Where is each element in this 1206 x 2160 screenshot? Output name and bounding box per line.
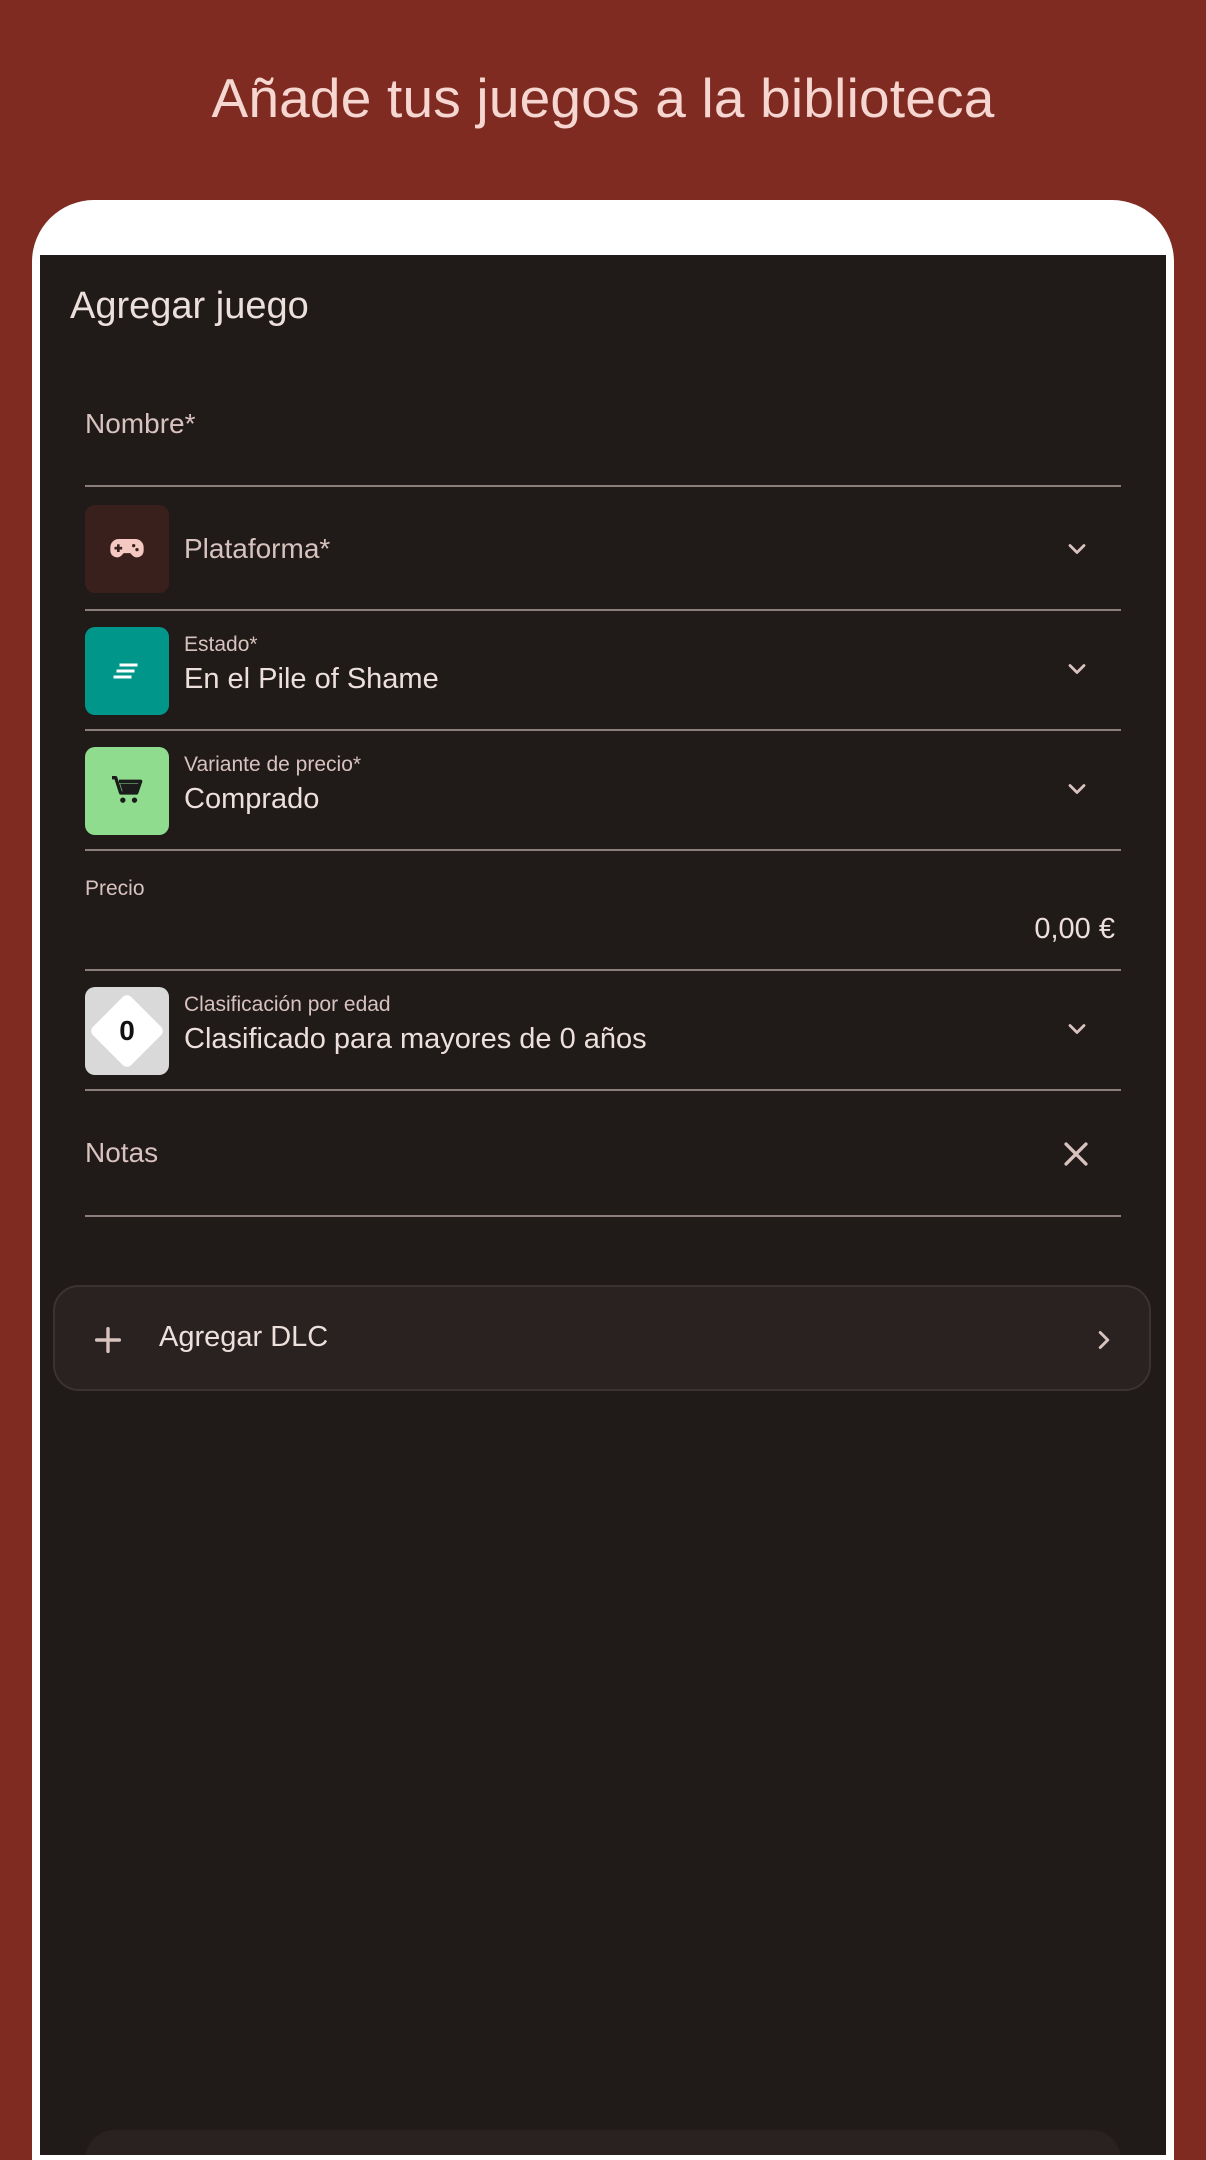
cart-icon xyxy=(85,747,169,835)
bottom-action-bar xyxy=(85,2130,1121,2155)
age-rating-label: Clasificación por edad xyxy=(184,993,391,1016)
notes-field[interactable]: Notas xyxy=(85,1091,1121,1217)
age-rating-badge: 0 xyxy=(85,987,169,1075)
notes-icon xyxy=(85,627,169,715)
plus-icon xyxy=(94,1326,122,1354)
page-title: Agregar juego xyxy=(70,285,309,327)
price-variant-value: Comprado xyxy=(184,783,320,815)
gamepad-icon xyxy=(85,505,169,593)
add-dlc-button[interactable]: Agregar DLC xyxy=(53,1285,1151,1391)
platform-label: Plataforma* xyxy=(184,533,331,564)
chevron-down-icon xyxy=(1068,784,1086,794)
platform-select[interactable]: Plataforma* xyxy=(85,487,1121,611)
age-rating-value: Clasificado para mayores de 0 años xyxy=(184,1023,647,1055)
close-icon[interactable] xyxy=(1059,1137,1093,1171)
status-select[interactable]: Estado* En el Pile of Shame xyxy=(85,611,1121,731)
status-label: Estado* xyxy=(184,633,258,656)
price-value: 0,00 € xyxy=(1034,913,1115,945)
name-field-label: Nombre* xyxy=(85,408,196,439)
chevron-down-icon xyxy=(1068,664,1086,674)
chevron-down-icon xyxy=(1068,1024,1086,1034)
status-value: En el Pile of Shame xyxy=(184,663,439,695)
chevron-right-icon xyxy=(1098,1331,1110,1349)
add-dlc-label: Agregar DLC xyxy=(159,1321,329,1353)
price-label: Precio xyxy=(85,877,145,900)
name-field[interactable]: Nombre* xyxy=(85,365,1121,487)
add-game-screen: Agregar juego Nombre* Plataforma* Estado… xyxy=(40,255,1166,2155)
age-rating-select[interactable]: 0 Clasificación por edad Clasificado par… xyxy=(85,971,1121,1091)
price-variant-select[interactable]: Variante de precio* Comprado xyxy=(85,731,1121,851)
age-rating-number: 0 xyxy=(119,1015,135,1046)
price-field[interactable]: Precio 0,00 € xyxy=(85,851,1121,971)
headline: Añade tus juegos a la biblioteca xyxy=(211,67,995,129)
price-variant-label: Variante de precio* xyxy=(184,753,362,776)
notes-label: Notas xyxy=(85,1137,159,1168)
chevron-down-icon xyxy=(1068,544,1086,554)
